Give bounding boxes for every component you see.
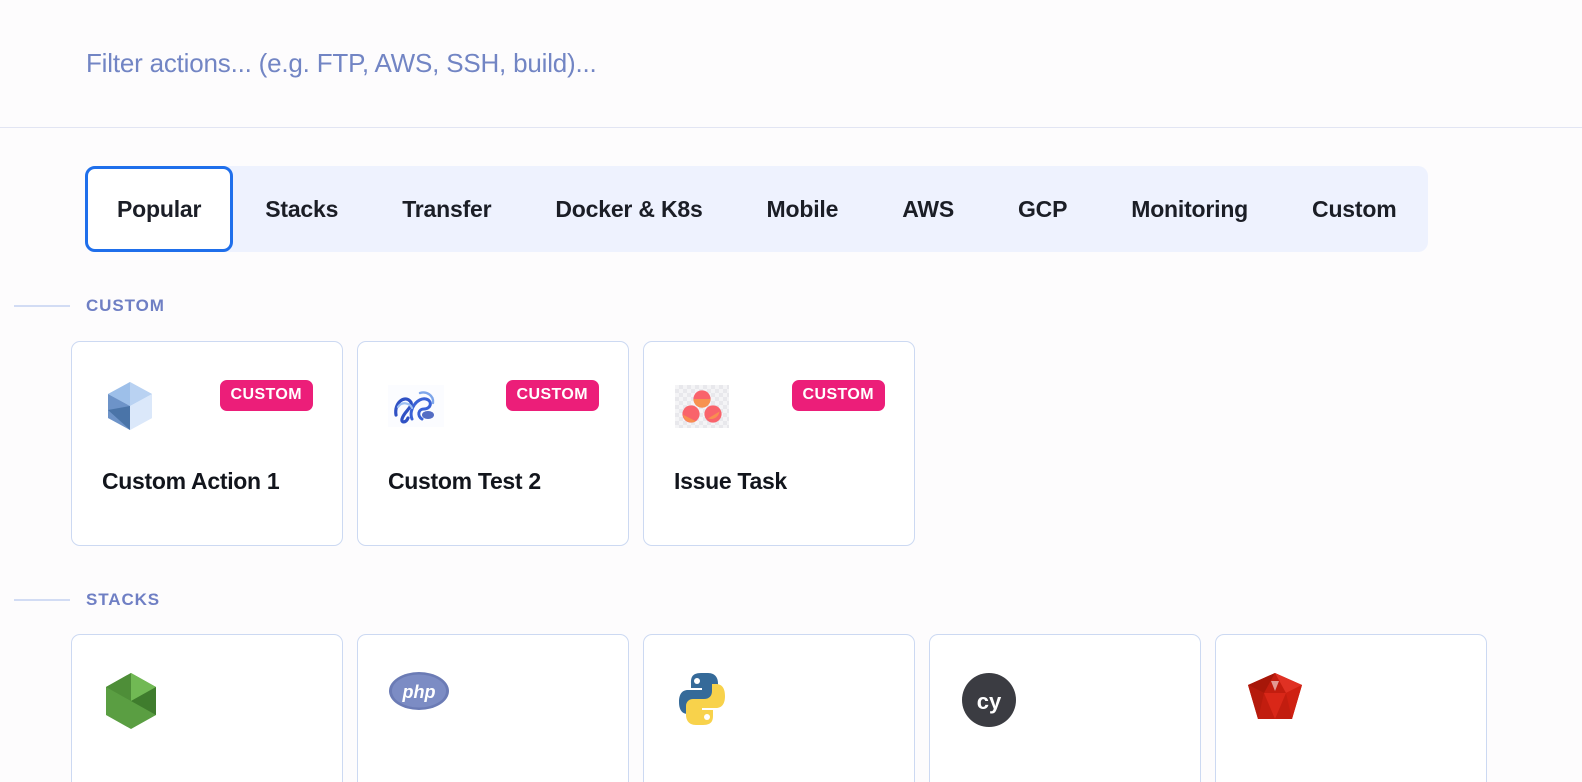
ruby-icon	[1246, 671, 1304, 729]
stack-card[interactable]	[1215, 634, 1487, 782]
svg-text:cy: cy	[977, 689, 1002, 714]
sections-container: CUSTOM CUSTOM Custom Action 1 CUSTOM Custo…	[0, 296, 1582, 782]
action-card[interactable]: CUSTOM Custom Action 1	[71, 341, 343, 546]
tab-transfer[interactable]: Transfer	[370, 166, 523, 252]
tab-aws[interactable]: AWS	[870, 166, 986, 252]
tab-docker-k8s[interactable]: Docker & K8s	[523, 166, 734, 252]
action-card[interactable]: CUSTOM Custom Test 2	[357, 341, 629, 546]
tab-monitoring[interactable]: Monitoring	[1099, 166, 1280, 252]
section-title: CUSTOM	[86, 296, 165, 315]
section-header-stacks: STACKS	[0, 590, 1582, 610]
stack-card[interactable]	[643, 634, 915, 782]
custom-badge: CUSTOM	[791, 380, 885, 411]
search-bar	[0, 0, 1582, 128]
section-header-custom: CUSTOM	[0, 296, 1582, 316]
custom-card-row: CUSTOM Custom Action 1 CUSTOM Custom Test …	[0, 341, 1582, 546]
action-card[interactable]: CUSTOM Issue Task	[643, 341, 915, 546]
nodejs-icon	[102, 671, 160, 729]
card-title: Custom Test 2	[388, 468, 541, 494]
tab-popular[interactable]: Popular	[85, 166, 234, 252]
tab-gcp[interactable]: GCP	[986, 166, 1099, 252]
svg-text:php: php	[402, 682, 436, 702]
tab-bar: Popular Stacks Transfer Docker & K8s Mobile A…	[85, 166, 1429, 252]
tab-custom[interactable]: Custom	[1280, 166, 1428, 252]
stack-card[interactable]	[71, 634, 343, 782]
stack-card[interactable]: php	[357, 634, 629, 782]
tab-mobile[interactable]: Mobile	[735, 166, 871, 252]
php-icon: php	[388, 671, 449, 729]
asana-icon	[674, 378, 730, 434]
card-title: Custom Action 1	[102, 468, 280, 494]
tab-stacks[interactable]: Stacks	[233, 166, 370, 252]
custom-badge: CUSTOM	[505, 380, 599, 411]
stack-card[interactable]: cy	[929, 634, 1201, 782]
section-rule	[14, 599, 70, 601]
blue-smoke-swirl-icon	[388, 378, 444, 434]
section-rule	[14, 305, 70, 307]
custom-badge: CUSTOM	[219, 380, 313, 411]
stacks-card-row: php cy	[0, 634, 1582, 782]
section-title: STACKS	[86, 590, 161, 609]
search-input[interactable]	[86, 48, 1086, 79]
python-icon	[674, 671, 732, 729]
card-title: Issue Task	[674, 468, 787, 494]
polyhedron-gem-icon	[102, 378, 158, 434]
tabs-container: Popular Stacks Transfer Docker & K8s Mobile A…	[0, 128, 1582, 252]
cypress-icon: cy	[960, 671, 1018, 729]
